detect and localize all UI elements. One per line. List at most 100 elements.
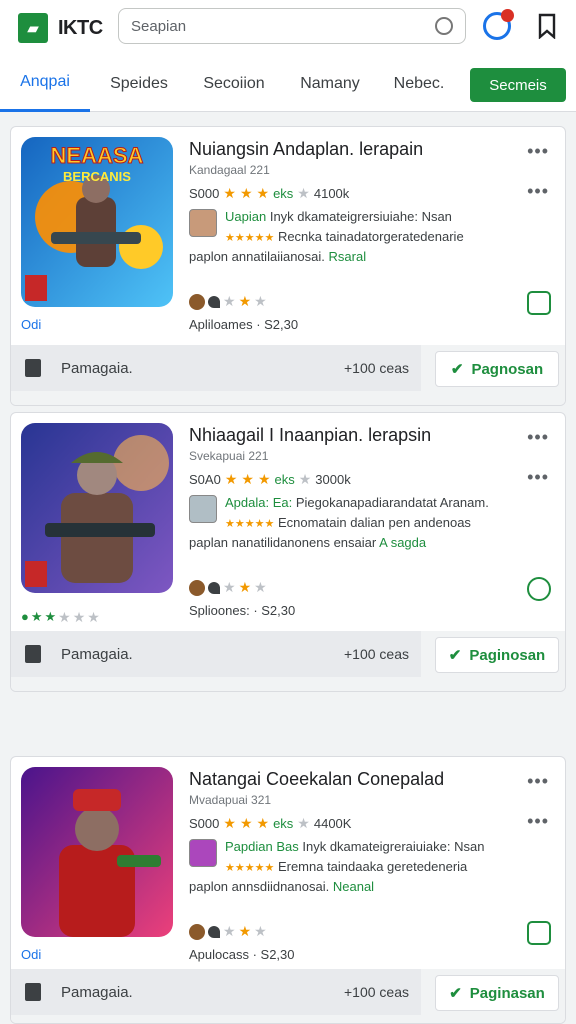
card-footer: Pamagaia. +100 ceas ✔ Paginosan	[11, 631, 565, 691]
check-circle-icon[interactable]	[527, 577, 551, 601]
footer-count: +100 ceas	[344, 646, 409, 662]
app-logo-icon[interactable]: ▰	[18, 13, 48, 43]
price-text: S0A0	[189, 472, 221, 487]
eks-label: eks	[273, 186, 294, 201]
badge-row: ★ ★ ★	[189, 923, 267, 940]
install-label: Paginasan	[469, 984, 545, 1002]
more-icon[interactable]: •••	[527, 181, 549, 202]
app-title-text[interactable]: Nuiangsin Andaplan. lerapain	[189, 139, 423, 160]
avatar	[189, 839, 217, 867]
install-label: Pagnosan	[471, 360, 544, 378]
more-icon[interactable]: •••	[527, 141, 549, 162]
app-thumbnail[interactable]	[21, 767, 173, 937]
star-icon: ★	[238, 923, 252, 939]
star-icon: ★	[298, 471, 312, 487]
notification-dot	[501, 9, 514, 22]
star-icon: ★	[257, 471, 271, 487]
star-icon: ★	[297, 815, 310, 831]
footer-label: Pamagaia.	[61, 645, 133, 663]
star-icon: ★	[87, 609, 100, 625]
left-label[interactable]: Odi	[21, 947, 41, 962]
app-title-text[interactable]: Natangai Coeekalan Conepalad	[189, 769, 444, 790]
badge-icon	[208, 295, 220, 308]
profile-icon[interactable]	[483, 9, 514, 40]
tab-1[interactable]: Speides	[90, 56, 188, 112]
rating-row: S000 ★ ★ ★ eks ★ 4100k	[189, 185, 349, 202]
footer-count: +100 ceas	[344, 360, 409, 376]
app-subtitle: Kandagaal 221	[189, 163, 270, 177]
rating-row: S0A0 ★ ★ ★ eks ★ 3000k	[189, 471, 351, 488]
tab-2[interactable]: Secoiion	[188, 56, 280, 112]
footer-info[interactable]: Pamagaia. +100 ceas	[11, 345, 421, 391]
more-icon[interactable]: •••	[527, 427, 549, 448]
footer-info[interactable]: Pamagaia. +100 ceas	[11, 969, 421, 1015]
app-card[interactable]: NEAASA BERCANIS Nuiangsin Andaplan. lera…	[10, 126, 566, 406]
search-bar[interactable]: Seapian	[118, 8, 466, 44]
star-icon: ★	[72, 609, 86, 625]
app-card[interactable]: Nhiaagail I Inaanpian. lerapsin ••• Svek…	[10, 412, 566, 692]
star-icon: ★	[254, 293, 267, 309]
badge-icon	[208, 925, 220, 938]
check-icon: ✔	[448, 647, 462, 664]
app-subtitle: Mvadapuai 321	[189, 793, 272, 807]
price-text: S000	[189, 816, 220, 831]
star-icon: ★	[44, 609, 57, 624]
tab-3[interactable]: Namany	[280, 56, 380, 112]
box-icon[interactable]	[527, 291, 551, 315]
more-icon[interactable]: •••	[527, 467, 549, 488]
install-button[interactable]: ✔ Paginosan	[435, 637, 559, 673]
review-stars: ★★★★★	[225, 862, 275, 874]
eks-label: eks	[274, 472, 295, 487]
review-stars: ★★★★★	[225, 518, 275, 530]
more-icon[interactable]: •••	[527, 811, 549, 832]
review-tag: A sagda	[379, 535, 427, 550]
box-icon[interactable]	[527, 921, 551, 945]
star-icon: ★	[254, 579, 267, 595]
app-card[interactable]: Natangai Coeekalan Conepalad ••• Mvadapu…	[10, 756, 566, 1024]
star-icon: ★	[238, 293, 252, 309]
install-button[interactable]: ✔ Paginasan	[435, 975, 559, 1011]
bookmark-icon[interactable]	[537, 13, 557, 39]
download-count: 3000k	[315, 472, 351, 487]
review-block: Apdala: Ea: Piegokanapadiarandatat Arana…	[189, 493, 559, 555]
svg-text:BERCANIS: BERCANIS	[63, 169, 131, 184]
tab-0[interactable]: Anqpai	[0, 56, 90, 112]
search-icon[interactable]	[435, 17, 453, 35]
review-text: Inyk dkamateigreraiuiake: Nsan	[302, 839, 485, 854]
star-icon: ★	[223, 579, 236, 595]
footer-info[interactable]: Pamagaia. +100 ceas	[11, 631, 421, 677]
review-line2: Ecnomatain dalian pen andenoas	[277, 515, 471, 530]
review-line3: paplan nanatilidanonens ensaiar	[189, 535, 377, 550]
review-block: Uapian Inyk dkamateigrersiuiahe: Nsan ★★…	[189, 207, 559, 269]
search-input[interactable]: Seapian	[131, 18, 435, 35]
svg-text:NEAASA: NEAASA	[51, 143, 144, 168]
badge-icon	[189, 923, 205, 940]
badge-icon	[189, 293, 205, 310]
footer-label: Pamagaia.	[61, 983, 133, 1001]
star-icon: ★	[30, 609, 43, 624]
badge-icon: ●	[21, 609, 29, 624]
app-title-text[interactable]: Nhiaagail I Inaanpian. lerapsin	[189, 425, 431, 446]
left-label[interactable]: Odi	[21, 317, 41, 332]
app-thumbnail[interactable]	[21, 423, 173, 593]
star-icon: ★	[297, 185, 310, 201]
top-app-bar: ▰ IKTC Seapian	[0, 0, 576, 56]
avatar	[189, 209, 217, 237]
star-icon: ★	[223, 293, 236, 309]
more-icon[interactable]: •••	[527, 771, 549, 792]
tab-4[interactable]: Nebec.	[380, 56, 458, 112]
app-thumbnail[interactable]: NEAASA BERCANIS	[21, 137, 173, 307]
tab-action-button[interactable]: Secmeis	[470, 68, 566, 102]
star-icon: ★	[239, 815, 253, 831]
app-subtitle: Svekapuai 221	[189, 449, 269, 463]
install-button[interactable]: ✔ Pagnosan	[435, 351, 559, 387]
stats-text: Apulocass · S2,30	[189, 947, 295, 962]
star-icon: ★	[223, 185, 236, 201]
star-icon: ★	[223, 815, 236, 831]
review-tag: Rsaral	[328, 249, 367, 264]
install-label: Paginosan	[469, 646, 546, 664]
review-stars: ★★★★★	[225, 232, 275, 244]
avatar	[189, 495, 217, 523]
badge-icon	[208, 581, 220, 594]
reviewer-name: Uapian	[225, 209, 267, 224]
